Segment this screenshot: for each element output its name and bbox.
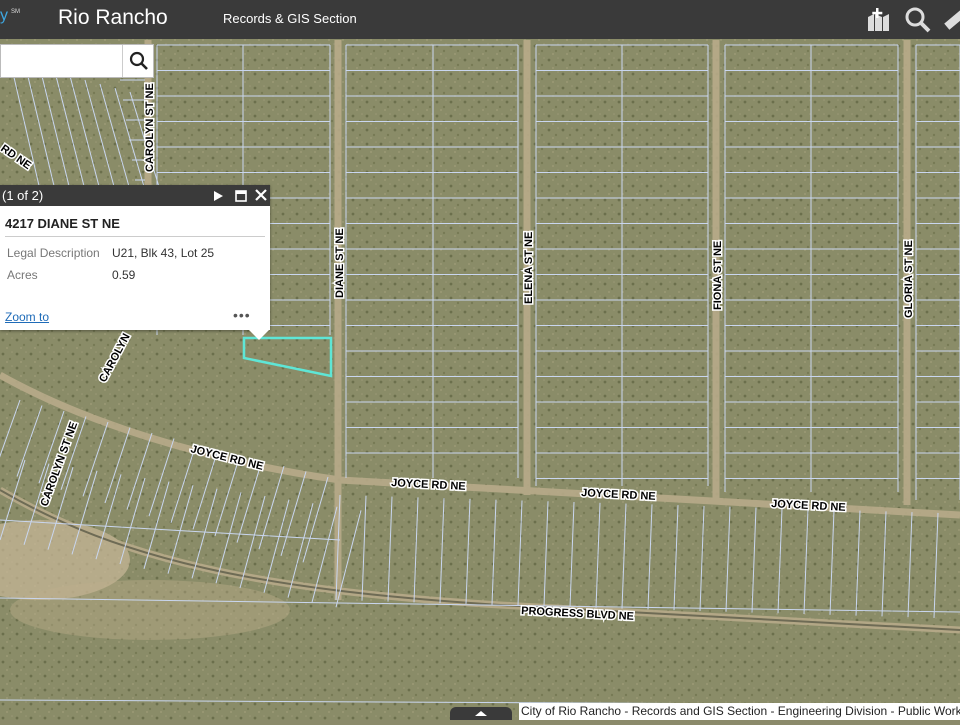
magnifier-icon (129, 51, 148, 70)
app-header: y SM Rio Rancho Records & GIS Section (0, 0, 960, 39)
app-subtitle: Records & GIS Section (223, 11, 357, 26)
attr-label-legal: Legal Description (7, 246, 100, 260)
measure-icon[interactable] (942, 5, 960, 35)
popup-divider (5, 236, 265, 237)
popup-count: (1 of 2) (2, 188, 44, 203)
popup-header: (1 of 2) (0, 185, 270, 206)
attr-value-legal: U21, Blk 43, Lot 25 (112, 246, 215, 260)
map-view[interactable]: CAROLYN ST NE RD NE DIANE ST NE ELENA ST… (0, 0, 960, 720)
brand-service-mark: SM (11, 9, 20, 15)
road-label-carolyn-north: CAROLYN ST NE (144, 83, 156, 172)
search-button[interactable] (122, 45, 155, 77)
attribution-toggle[interactable] (450, 707, 512, 720)
add-data-icon[interactable] (864, 5, 894, 35)
next-feature-icon[interactable] (212, 189, 224, 201)
road-label-diane: DIANE ST NE (334, 228, 346, 298)
road-label-fiona: FIONA ST NE (712, 241, 724, 310)
search-input[interactable] (1, 45, 121, 77)
address-search (0, 44, 154, 78)
maximize-icon[interactable] (235, 189, 247, 202)
road-label-elena: ELENA ST NE (523, 232, 535, 304)
brand-mark: y (0, 7, 8, 24)
app-title: Rio Rancho (58, 6, 168, 29)
zoom-to-link[interactable]: Zoom to (5, 310, 49, 324)
popup-title: 4217 DIANE ST NE (5, 216, 120, 231)
attr-label-acres: Acres (7, 268, 38, 282)
road-label-gloria: GLORIA ST NE (903, 240, 915, 318)
close-icon[interactable] (254, 188, 268, 202)
popup-pointer (248, 329, 270, 340)
feature-popup: (1 of 2) 4217 DIANE ST NE Legal Descript… (0, 185, 270, 330)
map-attribution: City of Rio Rancho - Records and GIS Sec… (519, 703, 960, 720)
attr-value-acres: 0.59 (112, 268, 136, 282)
search-tool-icon[interactable] (903, 5, 933, 35)
more-actions-button[interactable]: ••• (233, 307, 251, 323)
